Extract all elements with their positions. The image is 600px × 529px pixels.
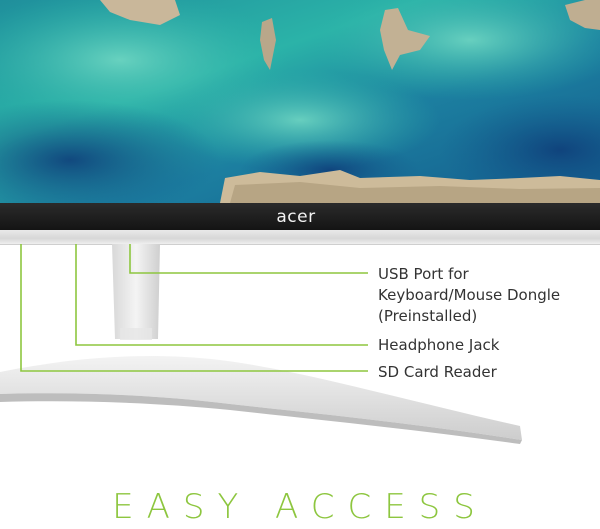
usb-port-label: USB Port for Keyboard/Mouse Dongle (Prei… [378,264,560,327]
aerial-coastline-image [0,0,600,203]
headphone-jack-label: Headphone Jack [378,336,500,354]
brand-logo: acer [276,206,316,227]
usb-label-line-2: Keyboard/Mouse Dongle [378,286,561,304]
usb-label-line-3: (Preinstalled) [378,307,478,325]
screen-wallpaper [0,0,600,203]
usb-label-line-1: USB Port for [378,265,469,283]
headline: EASY ACCESS [112,487,488,527]
sd-card-reader-label: SD Card Reader [378,363,497,381]
monitor-chin [0,230,600,245]
